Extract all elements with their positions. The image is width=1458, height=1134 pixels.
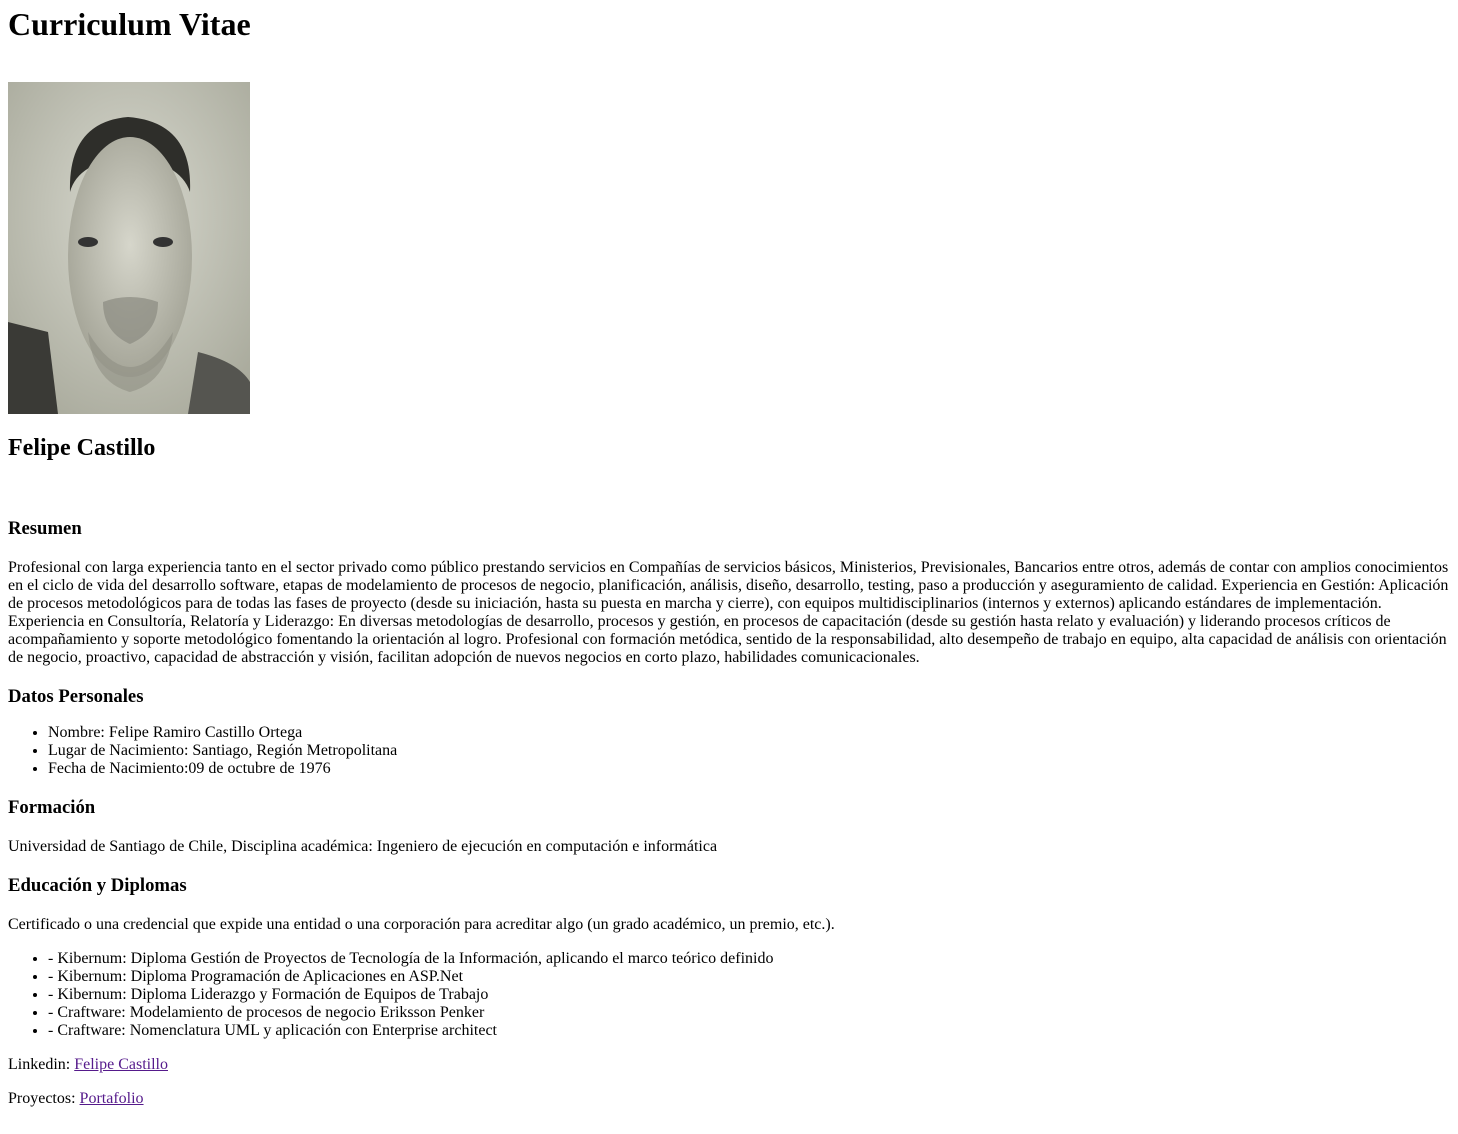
list-item: - Craftware: Modelamiento de procesos de… <box>48 1004 1450 1022</box>
proyectos-label: Proyectos: <box>8 1090 80 1107</box>
list-item: - Kibernum: Diploma Programación de Apli… <box>48 968 1450 986</box>
profile-photo <box>8 82 250 414</box>
list-item: Fecha de Nacimiento:09 de octubre de 197… <box>48 760 1450 778</box>
resumen-text-part1: Profesional con larga experiencia tanto … <box>8 559 1449 612</box>
portafolio-link[interactable]: Portafolio <box>80 1090 144 1107</box>
datos-heading: Datos Personales <box>8 686 144 707</box>
educacion-heading: Educación y Diplomas <box>8 875 187 896</box>
formacion-text: Universidad de Santiago de Chile, Discip… <box>8 838 718 855</box>
linkedin-link[interactable]: Felipe Castillo <box>74 1056 168 1073</box>
resumen-text-part2: Experiencia en Consultoría, Relatoría y … <box>8 613 1447 666</box>
datos-list: Nombre: Felipe Ramiro Castillo Ortega Lu… <box>8 724 1450 778</box>
formacion-heading: Formación <box>8 797 96 818</box>
list-item: - Kibernum: Diploma Gestión de Proyectos… <box>48 950 1450 968</box>
diplomas-list: - Kibernum: Diploma Gestión de Proyectos… <box>8 950 1450 1040</box>
person-name: Felipe Castillo <box>8 435 156 461</box>
page-title: Curriculum Vitae <box>8 6 251 42</box>
list-item: - Craftware: Nomenclatura UML y aplicaci… <box>48 1022 1450 1040</box>
educacion-text: Certificado o una credencial que expide … <box>8 916 835 933</box>
list-item: - Kibernum: Diploma Liderazgo y Formació… <box>48 986 1450 1004</box>
linkedin-line: Linkedin: Felipe Castillo <box>8 1056 1450 1074</box>
proyectos-line: Proyectos: Portafolio <box>8 1090 1450 1108</box>
resumen-heading: Resumen <box>8 518 82 539</box>
linkedin-label: Linkedin: <box>8 1056 75 1073</box>
list-item: Lugar de Nacimiento: Santiago, Región Me… <box>48 742 1450 760</box>
resumen-text: Profesional con larga experiencia tanto … <box>8 559 1450 667</box>
list-item: Nombre: Felipe Ramiro Castillo Ortega <box>48 724 1450 742</box>
